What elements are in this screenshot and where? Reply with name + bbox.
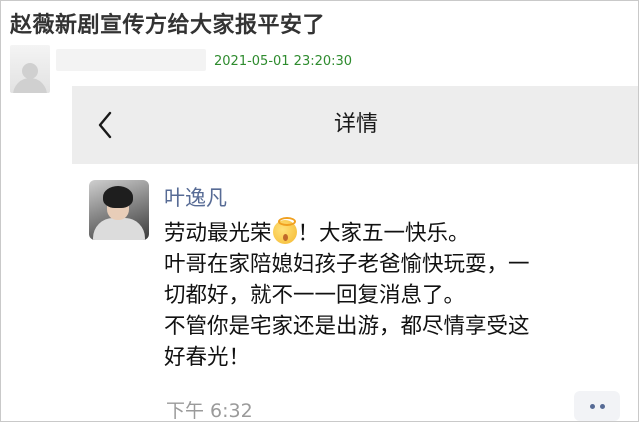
navigation-bar: 详情: [72, 86, 638, 164]
message-line: 不管你是宅家还是出游，都尽情享受这: [164, 314, 530, 339]
message-line: 叶哥在家陪媳妇孩子老爸愉快玩耍，一: [164, 252, 530, 277]
more-dot-icon: [599, 403, 605, 409]
contact-name[interactable]: 叶逸凡: [164, 182, 227, 212]
post-title: 赵薇新剧宣传方给大家报平安了: [10, 13, 326, 38]
message-line-segment: ！大家五一快乐。: [297, 221, 470, 246]
chevron-left-icon: [98, 111, 112, 139]
avatar-shoulders-shape: [13, 78, 47, 93]
moment-timestamp: 下午 6:32: [166, 400, 253, 422]
message-line: 劳动最光荣 ！大家五一快乐。: [164, 217, 634, 249]
avatar-body-shape: [93, 218, 145, 240]
message-line-segment: 劳动最光荣: [164, 221, 272, 246]
author-avatar[interactable]: [10, 45, 50, 93]
author-name-redacted: [56, 49, 206, 71]
contact-avatar[interactable]: [89, 180, 149, 240]
avatar-head-shape: [22, 63, 38, 79]
more-dot-icon: [589, 403, 595, 409]
avatar-hair-shape: [103, 186, 133, 208]
wechat-moment-screenshot: 详情 叶逸凡 劳动最光荣 ！大家五一快乐。 叶哥在家陪媳妇孩子老爸愉快玩耍，一 切…: [72, 86, 638, 422]
article-frame: 赵薇新剧宣传方给大家报平安了 2021-05-01 23:20:30 详情 叶逸…: [0, 0, 639, 422]
post-timestamp: 2021-05-01 23:20:30: [214, 54, 353, 69]
message-line: 切都好，就不一一回复消息了。: [164, 283, 466, 308]
nav-title: 详情: [333, 112, 378, 137]
message-line: 好春光！: [164, 345, 251, 370]
back-button[interactable]: [90, 108, 120, 142]
moment-text: 劳动最光荣 ！大家五一快乐。 叶哥在家陪媳妇孩子老爸愉快玩耍，一 切都好，就不一一…: [164, 217, 634, 373]
shushing-face-emoji-icon: [272, 217, 297, 244]
more-actions-button[interactable]: [574, 391, 620, 421]
